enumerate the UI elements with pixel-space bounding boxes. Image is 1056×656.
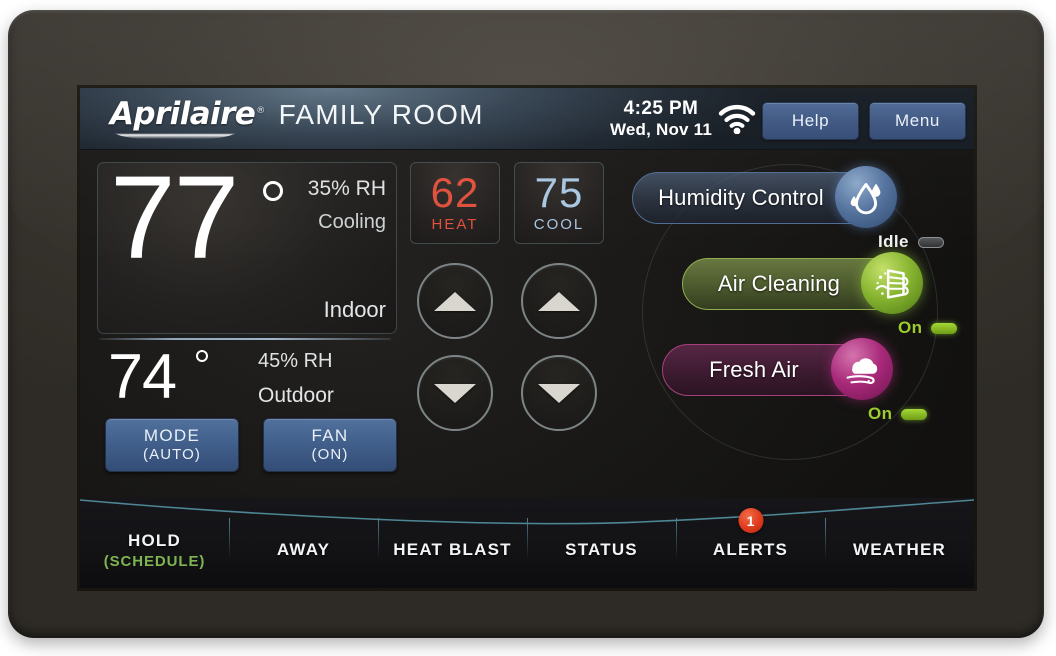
triangle-down-icon [434, 383, 476, 403]
outdoor-label: Outdoor [258, 384, 334, 407]
air-filter-icon [861, 252, 923, 314]
heat-setpoint-box[interactable]: 62 HEAT [410, 162, 500, 244]
room-name: FAMILY ROOM [278, 99, 484, 130]
outdoor-humidity: 45% RH [258, 350, 333, 372]
fresh-air-status-indicator [901, 408, 928, 420]
humidity-control-label: Humidity Control [658, 185, 824, 210]
tab-status[interactable]: STATUS [527, 512, 676, 588]
humidity-control-status: Idle [878, 232, 944, 252]
heat-setpoint-value: 62 [430, 169, 480, 217]
cool-decrease-button[interactable] [521, 355, 597, 431]
cool-setpoint-value: 75 [534, 169, 584, 217]
indoor-degree-icon [263, 181, 283, 201]
mode-button-label: MODE [143, 425, 201, 445]
clock-time: 4:25 PM [623, 98, 699, 119]
air-cleaning-status-indicator [931, 322, 958, 334]
fresh-air-status-text: On [868, 404, 893, 423]
tab-alerts-label: ALERTS [712, 540, 789, 559]
alerts-badge: 1 [738, 508, 763, 533]
indoor-label: Indoor [323, 297, 386, 322]
menu-button-label: Menu [895, 111, 940, 130]
clock-block: 4:25 PM Wed, Nov 11 [610, 98, 712, 140]
help-button[interactable]: Help [762, 102, 859, 140]
tab-hold-sublabel: (SCHEDULE) [103, 552, 206, 570]
mode-button-value: (AUTO) [143, 446, 201, 464]
humidity-status-text: Idle [878, 232, 909, 251]
tab-status-label: STATUS [565, 540, 638, 559]
aprilaire-logo: Aprilaire® [110, 96, 265, 139]
panel-divider [99, 338, 391, 340]
tab-weather-label: WEATHER [852, 540, 947, 559]
title-bar: Aprilaire® FAMILY ROOM 4:25 PM Wed, Nov … [80, 88, 974, 150]
triangle-up-icon [434, 291, 476, 311]
indoor-temperature-value: 77 [110, 152, 239, 284]
fan-button-value: (ON) [311, 446, 349, 464]
air-cleaning-status-text: On [898, 318, 923, 337]
air-cleaning-status: On [898, 318, 958, 338]
heat-setpoint-label: HEAT [431, 215, 479, 233]
triangle-down-icon [538, 383, 580, 403]
fan-button[interactable]: FAN (ON) [263, 418, 397, 472]
water-drop-icon [835, 166, 897, 228]
cool-increase-button[interactable] [521, 263, 597, 339]
cool-setpoint-box[interactable]: 75 COOL [514, 162, 604, 244]
indoor-temperature-panel[interactable]: 77 35% RH Cooling Indoor [97, 152, 397, 334]
brand-swoosh-icon [112, 130, 238, 139]
registered-mark: ® [256, 105, 265, 116]
indoor-humidity: 35% RH [307, 177, 386, 200]
humidity-control-button[interactable]: Humidity Control [632, 166, 897, 228]
bottom-tab-bar: HOLD (SCHEDULE) AWAY HEAT BLAST STATUS 1… [80, 498, 974, 588]
air-cleaning-button[interactable]: Air Cleaning [682, 252, 923, 314]
indoor-mode-status: Cooling [318, 211, 386, 233]
fresh-air-status: On [868, 404, 928, 424]
tab-weather[interactable]: WEATHER [825, 512, 974, 588]
tab-heat-blast[interactable]: HEAT BLAST [378, 512, 527, 588]
tab-away[interactable]: AWAY [229, 512, 378, 588]
menu-button[interactable]: Menu [869, 102, 966, 140]
clock-date: Wed, Nov 11 [609, 120, 712, 140]
thermostat-device: Aprilaire® FAMILY ROOM 4:25 PM Wed, Nov … [8, 10, 1044, 638]
feature-cluster: Humidity Control Idle Air Cleaning On Fr… [620, 150, 974, 498]
heat-increase-button[interactable] [417, 263, 493, 339]
cloud-wind-icon [831, 338, 893, 400]
fan-button-label: FAN [311, 425, 349, 445]
air-cleaning-label: Air Cleaning [717, 271, 841, 296]
help-button-label: Help [791, 111, 830, 130]
tab-away-label: AWAY [276, 540, 331, 559]
thermostat-screen: Aprilaire® FAMILY ROOM 4:25 PM Wed, Nov … [80, 88, 974, 588]
humidity-status-indicator [917, 236, 944, 248]
mode-button[interactable]: MODE (AUTO) [105, 418, 239, 472]
heat-decrease-button[interactable] [417, 355, 493, 431]
tab-alerts[interactable]: 1 ALERTS [676, 508, 825, 588]
main-body: 77 35% RH Cooling Indoor 74 45% RH Outdo… [80, 150, 974, 498]
fresh-air-button[interactable]: Fresh Air [662, 338, 893, 400]
tab-heat-blast-label: HEAT BLAST [393, 540, 512, 559]
triangle-up-icon [538, 291, 580, 311]
outdoor-temperature-value: 74 [108, 342, 177, 412]
cool-setpoint-label: COOL [533, 215, 585, 233]
tab-hold-label: HOLD [128, 530, 181, 550]
outdoor-degree-icon [196, 350, 208, 362]
tab-list: HOLD (SCHEDULE) AWAY HEAT BLAST STATUS 1… [80, 508, 974, 588]
wifi-icon [718, 104, 756, 134]
tab-hold[interactable]: HOLD (SCHEDULE) [80, 512, 229, 588]
fresh-air-label: Fresh Air [709, 357, 799, 382]
brand-text: Aprilaire [110, 96, 256, 132]
brand-area: Aprilaire® FAMILY ROOM [110, 96, 484, 139]
